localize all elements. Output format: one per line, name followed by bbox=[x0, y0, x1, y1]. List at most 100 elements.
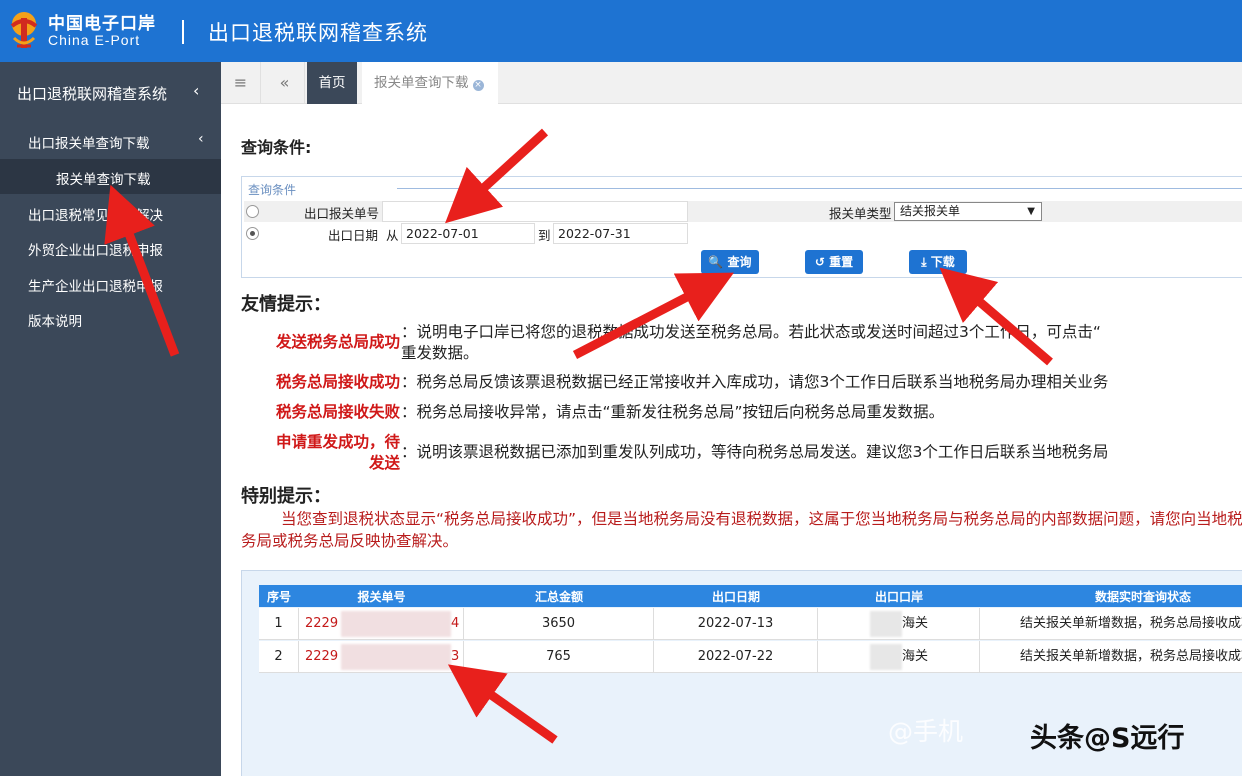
port-suffix: 海关 bbox=[902, 649, 929, 664]
redaction-blur bbox=[870, 611, 902, 637]
th-amount: 汇总金额 bbox=[534, 590, 583, 604]
cell-status: 结关报关单新增数据，税务总局接收成功 bbox=[980, 641, 1242, 673]
query-row-declaration: 出口报关单号 报关单类型 结关报关单 ▼ bbox=[244, 201, 1242, 222]
declaration-no-start: 2229 bbox=[305, 616, 339, 631]
tip-text-sent: ：说明电子口岸已将您的退税数据成功发送至税务总局。若此状态或发送时间超过3个工作… bbox=[401, 323, 1101, 341]
tip-key-resend: 申请重发成功，待 bbox=[275, 433, 400, 451]
special-title: 特别提示： bbox=[241, 486, 331, 507]
brand-divider bbox=[182, 20, 184, 44]
sidebar-item-label: 生产企业出口退税申报 bbox=[28, 279, 163, 295]
declaration-no-label: 出口报关单号 bbox=[304, 206, 380, 221]
tip-text-failed: ：税务总局接收异常，请点击“重新发往税务总局”按钮后向税务总局重发数据。 bbox=[401, 403, 945, 421]
declaration-type-value: 结关报关单 bbox=[900, 204, 961, 218]
th-no: 序号 bbox=[266, 590, 291, 604]
cell-declaration-no[interactable]: 2229 3 bbox=[299, 641, 464, 673]
sidebar-item-version[interactable]: 版本说明 bbox=[0, 301, 221, 336]
tip-key-sent: 发送税务总局成功 bbox=[275, 333, 400, 351]
cell-no: 2 bbox=[259, 641, 299, 673]
cell-date: 2022-07-13 bbox=[654, 608, 818, 640]
cell-port: 海关 bbox=[818, 608, 980, 640]
cell-declaration-no[interactable]: 2229 4 bbox=[299, 608, 464, 640]
sidebar-item-declaration-query[interactable]: 报关单查询下载 bbox=[0, 159, 221, 194]
table-row[interactable]: 2 2229 3 765 2022-07-22 海关 结关报关单新增数据，税务总… bbox=[259, 641, 1242, 673]
redaction-blur bbox=[341, 611, 451, 637]
export-date-label: 出口日期 bbox=[328, 228, 379, 243]
china-eport-logo bbox=[10, 12, 38, 48]
sidebar-head-label: 出口退税联网稽查系统 bbox=[17, 85, 168, 103]
sidebar-item-label: 外贸企业出口退税申报 bbox=[28, 243, 163, 259]
sidebar-item-production-declaration[interactable]: 生产企业出口退税申报 bbox=[0, 266, 221, 301]
cell-date: 2022-07-22 bbox=[654, 641, 818, 673]
sidebar-item-label: 版本说明 bbox=[28, 314, 82, 330]
reset-button[interactable]: ↺ 重置 bbox=[805, 250, 863, 274]
sidebar-item-declaration-download[interactable]: 出口报关单查询下载 ‹ bbox=[0, 123, 221, 158]
declaration-type-label: 报关单类型 bbox=[829, 206, 892, 221]
declaration-no-end: 4 bbox=[451, 616, 460, 631]
double-chevron-left-icon[interactable]: « bbox=[265, 62, 305, 104]
date-from-input[interactable]: 2022-07-01 bbox=[401, 223, 535, 244]
system-title: 出口退税联网稽查系统 bbox=[208, 21, 428, 45]
query-section-title: 查询条件: bbox=[241, 138, 312, 157]
declaration-no-end: 3 bbox=[451, 649, 460, 664]
query-button-label: 查询 bbox=[727, 255, 752, 269]
port-suffix: 海关 bbox=[902, 616, 929, 631]
legend-divider bbox=[397, 188, 1242, 189]
redaction-blur bbox=[870, 644, 902, 670]
table-row[interactable]: 1 2229 4 3650 2022-07-13 海关 结关报关单新增数据，税务… bbox=[259, 608, 1242, 640]
tab-declaration-query[interactable]: 报关单查询下载 × bbox=[362, 62, 498, 104]
main-content: 查询条件: 查询条件 出口报关单号 报关单类型 结关报关单 ▼ 出口日期 从 2… bbox=[221, 104, 1242, 776]
close-icon[interactable]: × bbox=[472, 80, 484, 91]
sidebar-item-faq[interactable]: 出口退税常见问题解决 bbox=[0, 195, 221, 230]
table-header: 序号 报关单号 汇总金额 出口日期 出口口岸 数据实时查询状态 bbox=[259, 585, 1242, 607]
radio-declaration-no[interactable] bbox=[246, 205, 259, 218]
query-row-date: 出口日期 从 2022-07-01 到 2022-07-31 bbox=[244, 223, 1242, 244]
sidebar-item-trade-declaration[interactable]: 外贸企业出口退税申报 bbox=[0, 230, 221, 265]
watermark-faded: @手机 bbox=[888, 717, 964, 746]
caret-down-icon: ▼ bbox=[1027, 206, 1035, 217]
tips-title: 友情提示： bbox=[241, 294, 331, 315]
date-from-label: 从 bbox=[386, 228, 399, 243]
sidebar-item-label: 出口退税常见问题解决 bbox=[28, 208, 163, 224]
chevron-left-icon: ‹ bbox=[198, 131, 204, 147]
tip-key-resend-2: 发送 bbox=[368, 454, 400, 472]
sidebar-item-label: 出口报关单查询下载 bbox=[28, 136, 150, 152]
sidebar-head[interactable]: 出口退税联网稽查系统 ‹ bbox=[0, 62, 221, 122]
cell-no: 1 bbox=[259, 608, 299, 640]
download-button-label: 下载 bbox=[930, 255, 955, 269]
watermark-main: 头条@S远行 bbox=[1030, 723, 1185, 754]
sidebar: 出口退税联网稽查系统 ‹ 出口报关单查询下载 ‹ 报关单查询下载 出口退税常见问… bbox=[0, 62, 221, 776]
redaction-blur bbox=[341, 644, 451, 670]
reset-button-label: 重置 bbox=[829, 255, 854, 269]
tip-key-failed: 税务总局接收失败 bbox=[275, 403, 400, 421]
th-status: 数据实时查询状态 bbox=[1094, 590, 1191, 604]
th-date: 出口日期 bbox=[711, 590, 760, 604]
brand-name-cn: 中国电子口岸 bbox=[48, 14, 156, 34]
th-declaration-no: 报关单号 bbox=[357, 590, 406, 604]
brand-name-en: China E-Port bbox=[48, 32, 141, 48]
declaration-type-select[interactable]: 结关报关单 ▼ bbox=[894, 202, 1042, 221]
menu-icon[interactable]: ≡ bbox=[221, 62, 261, 104]
chevron-left-icon[interactable]: ‹ bbox=[193, 81, 199, 100]
tab-bar: ≡ « 首页 报关单查询下载 × bbox=[221, 62, 1242, 104]
query-button[interactable]: 🔍 查询 bbox=[701, 250, 759, 274]
special-text: 当您查到退税状态显示“税务总局接收成功”，但是当地税务局没有退税数据，这属于您当… bbox=[241, 510, 1242, 550]
declaration-no-input[interactable] bbox=[382, 201, 688, 222]
top-header: 中国电子口岸 China E-Port 出口退税联网稽查系统 bbox=[0, 0, 1242, 62]
cell-status: 结关报关单新增数据，税务总局接收成功 bbox=[980, 608, 1242, 640]
cell-amount: 3650 bbox=[464, 608, 654, 640]
tip-key-received: 税务总局接收成功 bbox=[275, 373, 400, 391]
tip-text-received: ：税务总局反馈该票退税数据已经正常接收并入库成功，请您3个工作日后联系当地税务局… bbox=[401, 373, 1109, 391]
cell-amount: 765 bbox=[464, 641, 654, 673]
sidebar-item-label: 报关单查询下载 bbox=[56, 172, 151, 188]
th-port: 出口口岸 bbox=[874, 590, 923, 604]
cell-port: 海关 bbox=[818, 641, 980, 673]
download-button[interactable]: ⤓ 下载 bbox=[909, 250, 967, 274]
tab-label: 报关单查询下载 bbox=[374, 75, 469, 91]
tip-text-sent-2: 重发数据。 bbox=[401, 344, 479, 362]
tab-home[interactable]: 首页 bbox=[307, 62, 357, 104]
date-to-input[interactable]: 2022-07-31 bbox=[553, 223, 688, 244]
date-to-label: 到 bbox=[538, 228, 551, 243]
radio-export-date[interactable] bbox=[246, 227, 259, 240]
tip-text-resend: ：说明该票退税数据已添加到重发队列成功，等待向税务总局发送。建议您3个工作日后联… bbox=[401, 443, 1109, 461]
declaration-no-start: 2229 bbox=[305, 649, 339, 664]
